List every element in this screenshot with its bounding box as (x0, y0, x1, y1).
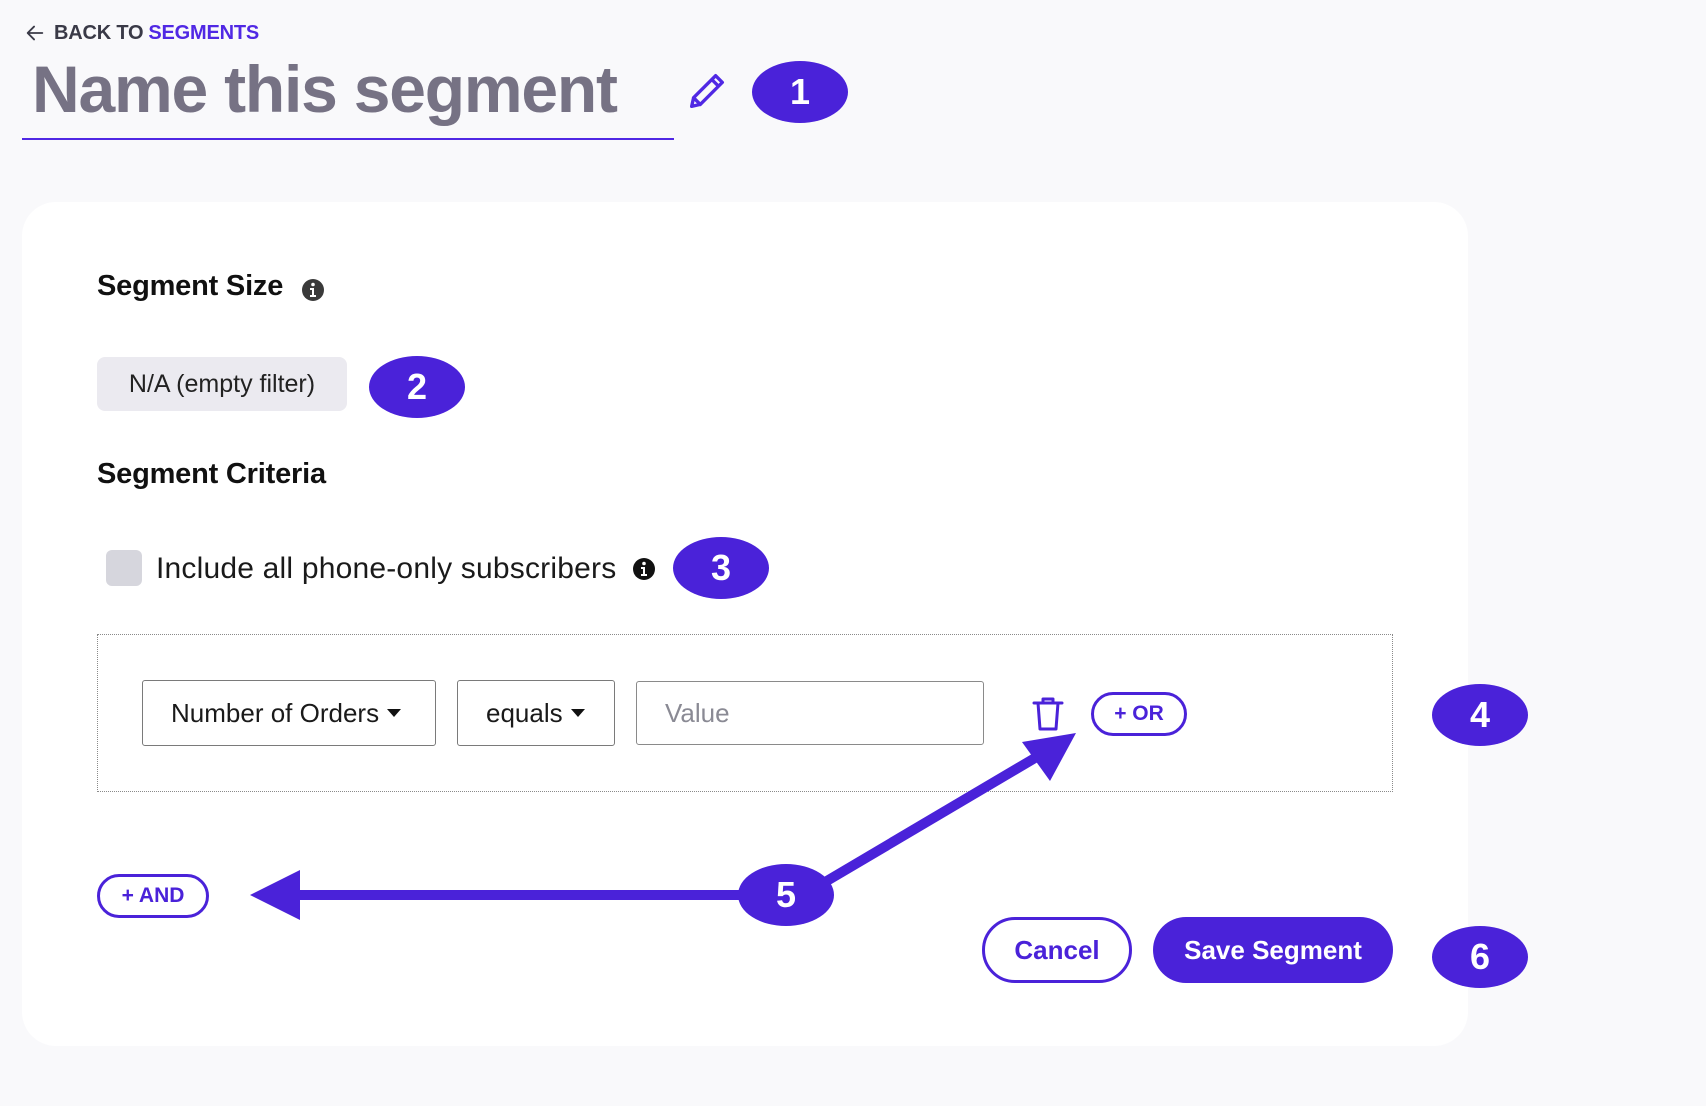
add-and-button[interactable]: + AND (97, 874, 209, 918)
arrow-left-icon (26, 25, 44, 41)
callout-badge-6: 6 (1432, 926, 1528, 988)
operator-select-value: equals (486, 697, 563, 728)
callout-badge-5: 5 (738, 864, 834, 926)
trash-icon[interactable] (1031, 695, 1065, 733)
info-icon[interactable] (301, 278, 325, 302)
field-select-value: Number of Orders (171, 697, 380, 728)
callout-badge-4: 4 (1432, 684, 1528, 746)
segment-size-value: N/A (empty filter) (97, 357, 347, 411)
info-icon[interactable] (632, 557, 656, 581)
segment-criteria-heading: Segment Criteria (97, 458, 326, 490)
back-link-target[interactable]: SEGMENTS (148, 22, 259, 45)
segment-size-heading: Segment Size (97, 270, 283, 303)
callout-badge-3: 3 (673, 537, 769, 599)
save-segment-button[interactable]: Save Segment (1153, 917, 1393, 983)
value-input[interactable] (636, 681, 984, 745)
segment-size-heading-text: Segment Size (97, 270, 284, 302)
add-or-button[interactable]: + OR (1091, 692, 1187, 736)
cancel-button[interactable]: Cancel (982, 917, 1132, 983)
phone-only-checkbox[interactable] (106, 550, 142, 586)
pencil-icon[interactable] (684, 68, 730, 114)
caret-down-icon (387, 709, 402, 717)
phone-only-checkbox-label[interactable]: Include all phone-only subscribers (156, 552, 616, 586)
back-to-segments-link[interactable]: BACK TO SEGMENTS (24, 20, 259, 46)
callout-badge-1: 1 (752, 61, 848, 123)
operator-select[interactable]: equals (457, 680, 615, 746)
page-title[interactable]: Name this segment (32, 50, 618, 128)
caret-down-icon (570, 709, 585, 717)
field-select[interactable]: Number of Orders (142, 680, 436, 746)
back-link-prefix: BACK TO (54, 21, 144, 44)
callout-badge-2: 2 (369, 356, 465, 418)
